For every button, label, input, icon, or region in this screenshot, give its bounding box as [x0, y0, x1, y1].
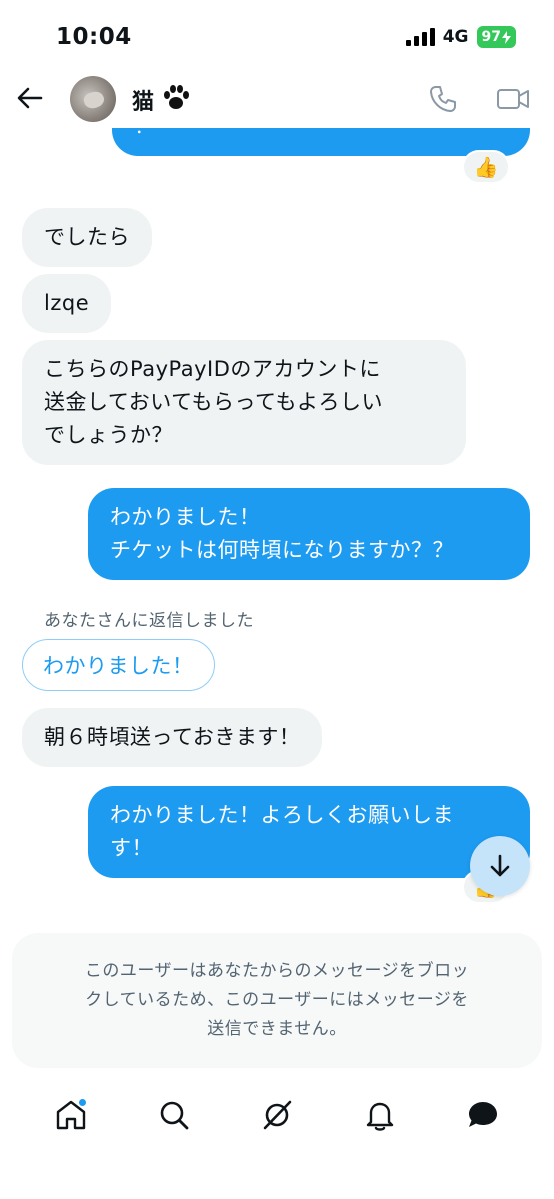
scroll-to-bottom-button[interactable] [470, 836, 530, 896]
avatar[interactable] [70, 76, 116, 122]
status-bar: 10:04 4G 97 [0, 0, 554, 70]
message-text: 送金しておいてもらってもよろしい [44, 390, 383, 414]
message-bubble-outgoing[interactable]: わかりました！よろしくお願いしま す！ [88, 786, 530, 878]
message-text: チケットは何時頃になりますか？？ [110, 538, 454, 562]
message-text: ！ [134, 128, 156, 138]
status-time: 10:04 [56, 24, 132, 50]
paw-emoji-icon [164, 85, 189, 109]
messages-icon [468, 1102, 497, 1127]
message-bubble-outgoing[interactable]: わかりました！ チケットは何時頃になりますか？？ [88, 488, 530, 580]
message-bubble-incoming[interactable]: でしたら [22, 208, 152, 267]
battery-level: 97 [481, 29, 501, 45]
message-bubble-outgoing[interactable]: ！ [112, 128, 530, 156]
back-button[interactable] [14, 82, 46, 114]
video-call-button[interactable] [496, 84, 530, 114]
phone-icon [430, 86, 456, 112]
contact-name[interactable]: 猫 [132, 84, 154, 116]
home-indicator [207, 1184, 347, 1189]
message-text: でしょうか？ [44, 423, 173, 447]
nav-grok[interactable] [257, 1095, 297, 1135]
notifications-icon [366, 1102, 393, 1131]
search-icon [160, 1101, 189, 1130]
blocked-notice-line: このユーザーはあなたからのメッセージをブロッ [84, 961, 470, 981]
message-text: わかりました！ [110, 505, 261, 529]
message-list[interactable]: ！ 👍 でしたら lzqe こちらのPayPayIDのアカウントに 送金しておい… [0, 128, 554, 928]
arrow-down-icon [490, 854, 510, 877]
nav-notifications[interactable] [360, 1095, 400, 1135]
message-text: 朝６時頃送っておきます！ [44, 725, 301, 749]
status-indicators: 4G 97 [405, 26, 516, 48]
nav-search[interactable] [154, 1095, 194, 1135]
message-text: でしたら [44, 225, 130, 249]
quoted-reply[interactable]: わかりました！ [22, 639, 215, 691]
message-bubble-incoming[interactable]: こちらのPayPayIDのアカウントに 送金しておいてもらってもよろしい でしょ… [22, 340, 466, 465]
battery-indicator: 97 [476, 26, 516, 48]
blocked-notice-line: 送信できません。 [207, 1019, 347, 1039]
grok-icon [263, 1100, 292, 1130]
blocked-notice: このユーザーはあなたからのメッセージをブロッ クしているため、このユーザーにはメ… [12, 933, 542, 1068]
message-text: わかりました！よろしくお願いしま [110, 803, 454, 827]
thumbs-up-icon: 👍 [473, 155, 499, 179]
nav-home[interactable] [51, 1095, 91, 1135]
message-text: す！ [110, 836, 153, 860]
message-text: lzqe [44, 291, 90, 315]
message-bubble-incoming[interactable]: lzqe [22, 274, 112, 333]
message-text: こちらのPayPayIDのアカウントに [44, 357, 381, 381]
network-type: 4G [442, 27, 469, 47]
video-camera-icon [497, 89, 529, 109]
reaction-badge[interactable]: 👍 [462, 150, 510, 184]
reply-label: あなたさんに返信しました [44, 611, 254, 631]
conversation-header: 猫 [0, 70, 554, 128]
message-bubble-incoming[interactable]: 朝６時頃送っておきます！ [22, 708, 323, 767]
signal-icon [405, 28, 435, 46]
bottom-navigation [0, 1080, 554, 1150]
blocked-notice-text: このユーザーはあなたからのメッセージをブロッ クしているため、このユーザーにはメ… [85, 957, 469, 1044]
charging-icon [502, 30, 511, 44]
blocked-notice-line: クしているため、このユーザーにはメッセージを [85, 990, 469, 1010]
nav-messages[interactable] [463, 1095, 503, 1135]
call-button[interactable] [428, 84, 458, 114]
back-arrow-icon [17, 87, 43, 109]
